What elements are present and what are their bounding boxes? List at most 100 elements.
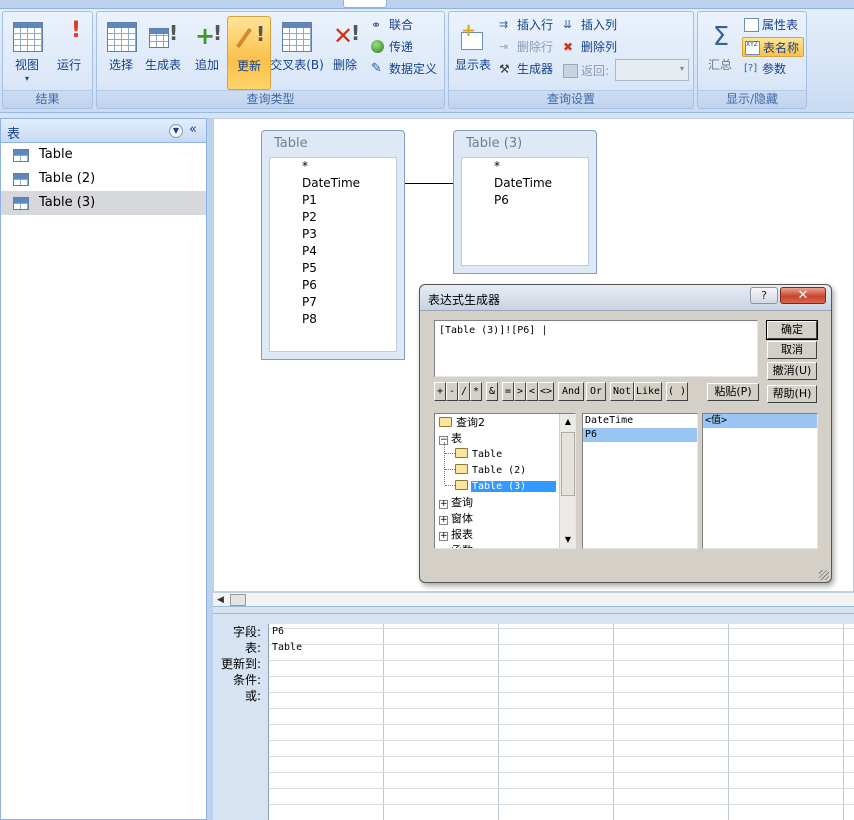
totals-button[interactable]: Σ 汇总 [698, 16, 742, 90]
field-item[interactable]: P5 [270, 260, 396, 277]
op-or-button[interactable]: Or [586, 382, 606, 401]
expression-element-tree[interactable]: 查询2 − 表 Table Table (2) Table (3) + 查询 + 窗体… [434, 413, 576, 549]
tree-item-reports[interactable]: + 报表 [439, 527, 474, 543]
paste-button[interactable]: 粘贴(P) [707, 383, 759, 401]
op-equals-button[interactable]: = [502, 382, 514, 401]
resize-grip[interactable] [819, 570, 829, 580]
run-button[interactable]: ! 运行 [47, 16, 91, 90]
op-plus-button[interactable]: + [434, 382, 446, 401]
expand-icon[interactable]: + [439, 500, 448, 509]
op-not-button[interactable]: Not [610, 382, 634, 401]
design-grid-splitter[interactable] [213, 606, 854, 614]
value-list-box[interactable]: <值> [702, 413, 818, 549]
help-title-button[interactable]: ? [750, 287, 778, 304]
field-list-title: Table (3) [466, 136, 523, 151]
tree-item-table-3[interactable]: Table (3) [445, 479, 557, 495]
chevron-down-icon[interactable]: ▼ [169, 124, 183, 138]
tab-design[interactable] [343, 0, 387, 8]
scrollbar-thumb[interactable] [230, 594, 246, 606]
show-table-button[interactable]: + 显示表 [451, 16, 495, 90]
tree-scrollbar[interactable]: ▲ ▼ [559, 414, 575, 548]
field-item[interactable]: P1 [270, 192, 396, 209]
op-parentheses-button[interactable]: ( ) [666, 382, 688, 401]
nav-item-table-2[interactable]: Table (2) [1, 167, 206, 191]
return-combobox[interactable]: ▾ [615, 59, 689, 81]
tree-item-query2[interactable]: 查询2 [439, 415, 486, 431]
join-line[interactable] [405, 183, 453, 184]
delete-rows-button[interactable]: ⇥ 删除行 [497, 37, 553, 57]
scroll-left-icon[interactable]: ◀ [217, 593, 224, 607]
list-item[interactable]: <值> [703, 414, 817, 428]
field-item[interactable]: DateTime [270, 175, 396, 192]
op-not-equal-button[interactable]: <> [538, 382, 554, 401]
update-button[interactable]: ! 更新 [227, 16, 271, 90]
tree-item-functions[interactable]: +函数 [439, 543, 474, 549]
builder-button[interactable]: ⚒ 生成器 [497, 59, 553, 79]
op-less-button[interactable]: < [526, 382, 538, 401]
field-list-table[interactable]: Table * DateTime P1 P2 P3 P4 P5 P6 P7 P8 [261, 130, 405, 360]
list-item[interactable]: P6 [583, 428, 697, 442]
parameters-button[interactable]: [?] 参数 [742, 59, 786, 79]
tree-item-forms[interactable]: + 窗体 [439, 511, 474, 527]
op-like-button[interactable]: Like [634, 382, 662, 401]
insert-columns-button[interactable]: ⇊ 插入列 [561, 15, 617, 35]
expand-icon[interactable]: + [439, 516, 448, 525]
scroll-down-icon[interactable]: ▼ [560, 532, 575, 548]
grid-cell-table[interactable]: Table [272, 640, 302, 656]
field-item[interactable]: P4 [270, 243, 396, 260]
cancel-button[interactable]: 取消 [767, 341, 817, 359]
data-definition-button[interactable]: ✎ 数据定义 [369, 59, 437, 79]
make-table-button[interactable]: ! 生成表 [141, 16, 185, 90]
collapse-pane-icon[interactable]: « [189, 122, 197, 137]
design-grid[interactable]: P6 Table [268, 624, 854, 820]
op-divide-button[interactable]: / [458, 382, 470, 401]
tree-item-tables[interactable]: − 表 [439, 431, 463, 447]
op-greater-button[interactable]: > [514, 382, 526, 401]
list-item[interactable]: DateTime [583, 414, 697, 428]
dialog-titlebar[interactable]: 表达式生成器 ? ✕ [420, 285, 831, 311]
op-multiply-button[interactable]: * [470, 382, 482, 401]
select-query-button[interactable]: 选择 [99, 16, 143, 90]
append-button[interactable]: + ! 追加 [185, 16, 229, 90]
union-button[interactable]: ⚭ 联合 [369, 15, 413, 35]
field-item[interactable]: P2 [270, 209, 396, 226]
tree-item-table-2[interactable]: Table (2) [445, 463, 527, 479]
ok-button[interactable]: 确定 [766, 320, 818, 340]
field-list-box[interactable]: DateTime P6 [582, 413, 698, 549]
property-sheet-button[interactable]: 属性表 [742, 15, 798, 35]
field-item[interactable]: * [462, 158, 588, 175]
field-item[interactable]: * [270, 158, 396, 175]
field-item[interactable]: P6 [462, 192, 588, 209]
field-item[interactable]: P7 [270, 294, 396, 311]
table-names-button[interactable]: XYZ 表名称 [742, 37, 804, 57]
op-minus-button[interactable]: - [446, 382, 458, 401]
field-item[interactable]: P3 [270, 226, 396, 243]
op-ampersand-button[interactable]: & [486, 382, 498, 401]
field-item[interactable]: DateTime [462, 175, 588, 192]
delete-columns-button[interactable]: ✖ 删除列 [561, 37, 617, 57]
view-button[interactable]: 视图 ▾ [5, 16, 49, 90]
navigation-pane-header[interactable]: 表 ▼ « [1, 119, 206, 143]
field-item[interactable]: P8 [270, 311, 396, 328]
nav-item-table[interactable]: Table [1, 143, 206, 167]
delete-query-button[interactable]: ✕ ! 删除 [323, 16, 367, 90]
help-button[interactable]: 帮助(H) [767, 385, 817, 403]
tree-item-table[interactable]: Table [445, 447, 503, 463]
undo-button[interactable]: 撤消(U) [767, 362, 817, 380]
crosstab-button[interactable]: 交叉表(B) [270, 16, 324, 90]
scrollbar-thumb[interactable] [561, 432, 575, 496]
scroll-up-icon[interactable]: ▲ [560, 414, 575, 430]
field-item[interactable]: P6 [270, 277, 396, 294]
expand-icon[interactable]: + [439, 532, 448, 541]
grid-cell-field[interactable]: P6 [272, 624, 284, 640]
expand-icon[interactable]: + [440, 548, 448, 549]
expression-input[interactable]: [Table (3)]![P6] | [434, 320, 758, 377]
design-horizontal-scrollbar[interactable]: ◀ [213, 592, 854, 606]
insert-rows-button[interactable]: ⇉ 插入行 [497, 15, 553, 35]
tree-item-queries[interactable]: + 查询 [439, 495, 474, 511]
close-button[interactable]: ✕ [780, 287, 826, 304]
pass-through-button[interactable]: 传递 [369, 37, 413, 57]
op-and-button[interactable]: And [558, 382, 584, 401]
nav-item-table-3[interactable]: Table (3) [1, 191, 206, 215]
field-list-table-3[interactable]: Table (3) * DateTime P6 [453, 130, 597, 274]
